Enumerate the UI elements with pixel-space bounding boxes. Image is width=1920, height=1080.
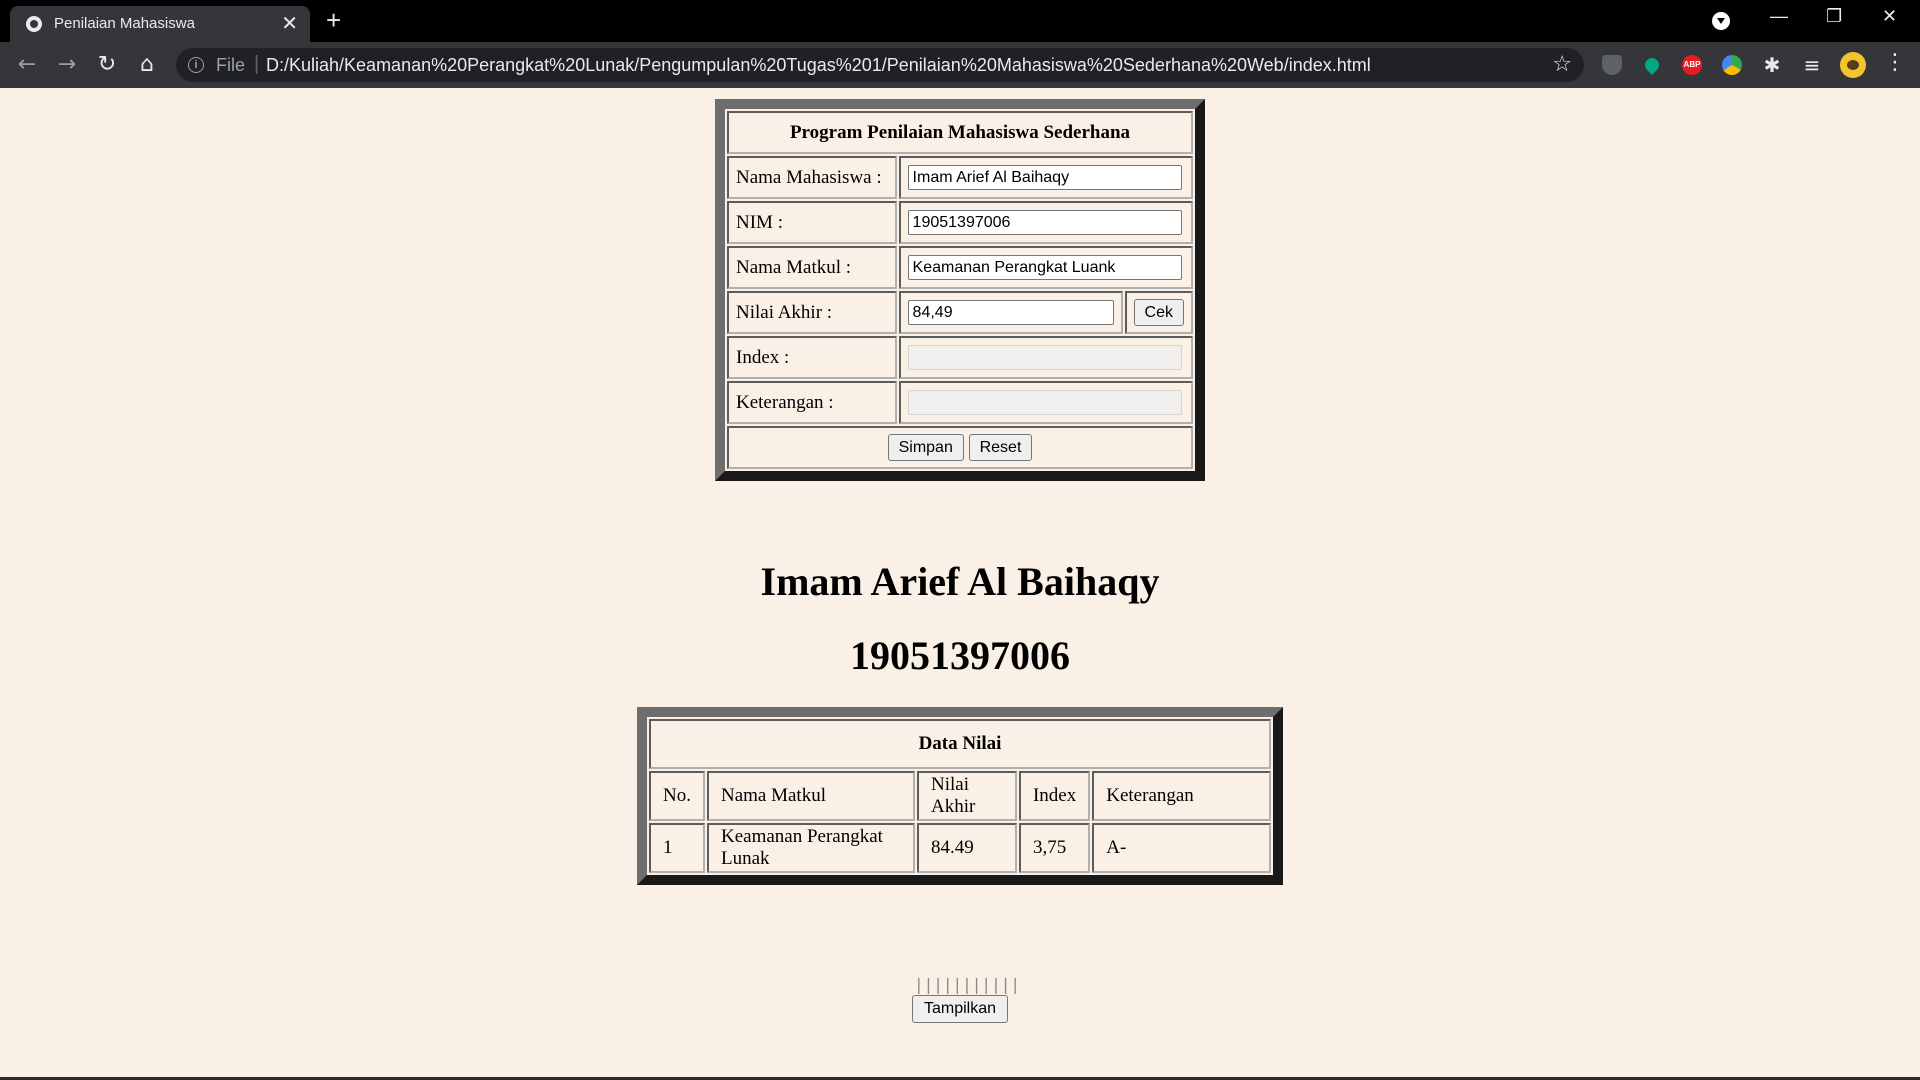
map-marker-icon[interactable]	[1642, 55, 1662, 75]
nama-label: Nama Mahasiswa :	[727, 156, 897, 199]
form-title: Program Penilaian Mahasiswa Sederhana	[727, 111, 1193, 154]
header-nama-matkul: Nama Matkul	[706, 771, 915, 821]
pipe-separators: |||||||||||	[914, 975, 1020, 994]
globe-icon	[26, 16, 42, 32]
bookmark-star-icon[interactable]: ☆	[1552, 52, 1572, 77]
adblock-plus-icon[interactable]: ABP	[1682, 55, 1702, 75]
student-nim-heading: 19051397006	[850, 633, 1070, 678]
header-no: No.	[649, 771, 705, 821]
header-index: Index	[1018, 771, 1091, 821]
avatar[interactable]	[1840, 52, 1866, 78]
reload-icon[interactable]: ↻	[94, 52, 120, 78]
cell-index: 3,75	[1018, 823, 1091, 873]
tampilkan-button[interactable]: Tampilkan	[912, 995, 1008, 1023]
url-text[interactable]: D:/Kuliah/Keamanan%20Perangkat%20Lunak/P…	[266, 55, 1371, 76]
matkul-label: Nama Matkul :	[727, 246, 897, 289]
cell-no: 1	[649, 823, 705, 873]
info-icon[interactable]: i	[188, 57, 204, 73]
address-bar[interactable]: i File | D:/Kuliah/Keamanan%20Perangkat%…	[176, 48, 1584, 82]
cell-nama-matkul: Keamanan Perangkat Lunak	[706, 823, 915, 873]
url-separator: |	[254, 53, 260, 75]
index-input	[907, 345, 1182, 370]
cell-keterangan: A-	[1092, 823, 1271, 873]
nilai-input[interactable]	[907, 300, 1114, 325]
new-tab-icon[interactable]: +	[326, 5, 341, 36]
file-label: File	[216, 55, 246, 75]
close-window-icon[interactable]: ✕	[1882, 6, 1897, 27]
input-form-table: Program Penilaian Mahasiswa Sederhana Na…	[715, 99, 1205, 481]
header-nilai-akhir: Nilai Akhir	[916, 771, 1017, 821]
back-icon[interactable]: ←	[14, 52, 40, 78]
nim-label: NIM :	[727, 201, 897, 244]
student-name-heading: Imam Arief Al Baihaqy	[760, 559, 1160, 604]
forward-icon[interactable]: →	[54, 52, 80, 78]
tab-bar: Penilaian Mahasiswa ✕ + — ❐ ✕	[0, 0, 1920, 42]
table-row: 1 Keamanan Perangkat Lunak 84.49 3,75 A-	[649, 823, 1271, 873]
form-actions: Simpan Reset	[727, 426, 1193, 469]
reset-button[interactable]: Reset	[968, 434, 1033, 461]
matkul-input[interactable]	[907, 255, 1182, 280]
keterangan-input	[907, 390, 1182, 415]
index-label: Index :	[727, 336, 897, 379]
menu-icon[interactable]: ⋮	[1884, 50, 1906, 75]
tab-search-icon[interactable]	[1712, 12, 1730, 30]
simpan-button[interactable]: Simpan	[887, 434, 964, 461]
page-content: Program Penilaian Mahasiswa Sederhana Na…	[0, 88, 1920, 1080]
puzzle-icon[interactable]: ✱	[1762, 55, 1782, 75]
minimize-icon[interactable]: —	[1770, 6, 1788, 27]
playlist-icon[interactable]: ≡	[1802, 55, 1822, 75]
browser-tab[interactable]: Penilaian Mahasiswa ✕	[10, 6, 310, 42]
color-circle-icon[interactable]	[1722, 55, 1742, 75]
data-nilai-table: Data Nilai No. Nama Matkul Nilai Akhir I…	[637, 707, 1283, 885]
nilai-label: Nilai Akhir :	[727, 291, 897, 334]
close-tab-icon[interactable]: ✕	[281, 11, 298, 36]
cell-nilai-akhir: 84.49	[916, 823, 1017, 873]
keterangan-label: Keterangan :	[727, 381, 897, 424]
nim-input[interactable]	[907, 210, 1182, 235]
table-header-row: No. Nama Matkul Nilai Akhir Index Ketera…	[649, 771, 1271, 821]
restore-icon[interactable]: ❐	[1826, 6, 1842, 27]
browser-toolbar: ← → ↻ ⌂ i File | D:/Kuliah/Keamanan%20Pe…	[0, 42, 1920, 88]
cek-button[interactable]: Cek	[1133, 299, 1184, 326]
tab-title: Penilaian Mahasiswa	[54, 15, 195, 32]
data-table-caption: Data Nilai	[649, 719, 1271, 769]
shield-icon[interactable]	[1602, 55, 1622, 75]
header-keterangan: Keterangan	[1092, 771, 1271, 821]
nama-input[interactable]	[907, 165, 1182, 190]
home-icon[interactable]: ⌂	[134, 52, 160, 78]
